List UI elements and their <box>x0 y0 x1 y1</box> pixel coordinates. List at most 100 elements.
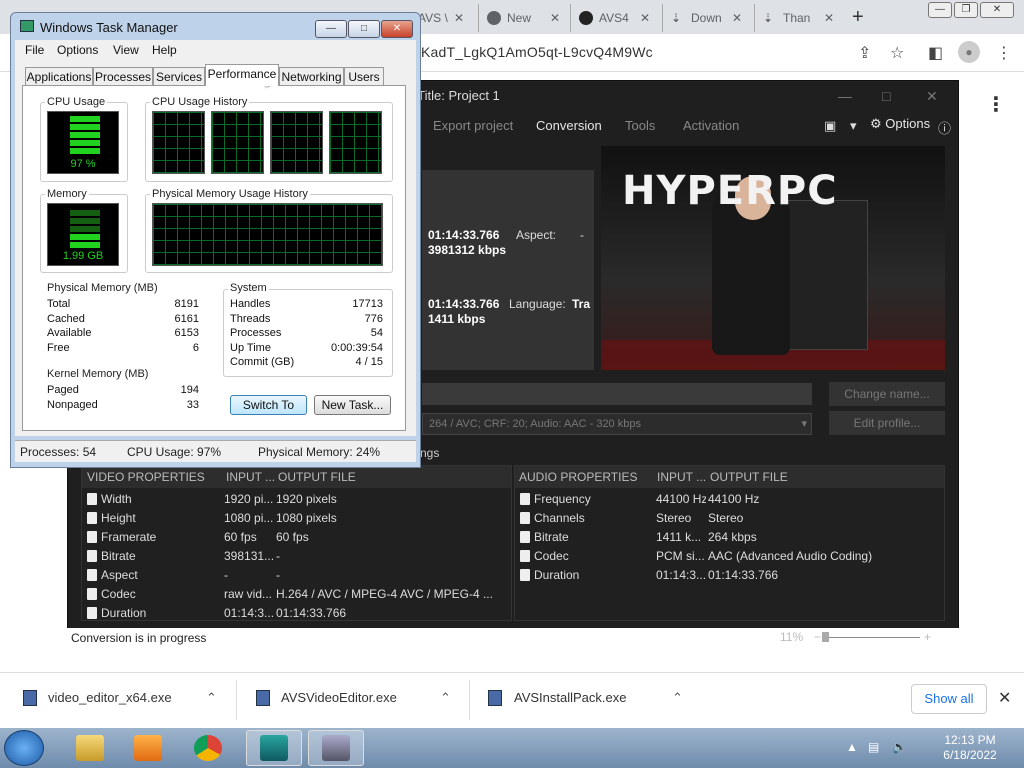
kv-label: Nonpaged <box>47 399 98 411</box>
memory-meter: 1.99 GB <box>47 203 119 266</box>
zoom-in-icon[interactable]: + <box>924 630 931 644</box>
sys-uptime: Up Time 0:00:39:54 <box>230 342 383 356</box>
tab-networking[interactable]: Networking <box>279 67 344 86</box>
column-header: OUTPUT FILE <box>710 470 788 484</box>
tm-menu-options[interactable]: Options <box>57 43 98 57</box>
zoom-level: 11% <box>780 630 804 644</box>
zoom-out-icon[interactable]: − <box>814 630 821 644</box>
tm-menu-file[interactable]: File <box>25 43 44 57</box>
chevron-down-icon[interactable]: ▾ <box>850 118 857 134</box>
close-tab-icon[interactable]: ✕ <box>824 11 834 25</box>
bookmark-star-icon[interactable]: ☆ <box>890 43 904 63</box>
avs-taskbar-icon[interactable] <box>246 730 302 766</box>
kv-value: 776 <box>364 313 383 325</box>
avs-close-icon[interactable]: ✕ <box>926 88 938 105</box>
tm-minimize-icon[interactable]: — <box>315 20 347 38</box>
restore-icon[interactable]: ❐ <box>954 2 978 18</box>
tm-maximize-icon[interactable]: □ <box>348 20 380 38</box>
chrome-taskbar-icon[interactable] <box>180 730 236 766</box>
avs-maximize-icon[interactable]: □ <box>882 88 890 104</box>
side-panel-icon[interactable]: ◧ <box>928 43 943 63</box>
close-tab-icon[interactable]: ✕ <box>454 11 464 25</box>
system-clock[interactable]: 12:13 PM 6/18/2022 <box>930 733 1010 763</box>
memory-title: Memory <box>45 188 89 200</box>
tab-applications[interactable]: Applications <box>25 67 93 86</box>
profile-select[interactable]: 264 / AVC; CRF: 20; Audio: AAC - 320 kbp… <box>422 413 812 435</box>
output-name-field[interactable] <box>422 383 812 405</box>
new-tab-icon[interactable]: + <box>852 6 864 29</box>
browser-tab[interactable]: New ✕ <box>478 4 568 32</box>
options-button[interactable]: ⚙ Options <box>870 116 930 132</box>
tm-close-icon[interactable]: ✕ <box>381 20 413 38</box>
download-item-name[interactable]: AVSInstallPack.exe <box>514 690 626 705</box>
prop-name: Height <box>101 511 136 525</box>
page-more-icon[interactable]: ⋮ <box>986 92 1006 117</box>
menu-export-project[interactable]: Export project <box>433 118 513 133</box>
browser-tab[interactable]: ⇣ Than ✕ <box>754 4 842 32</box>
layout-icon[interactable]: ▣ <box>824 118 836 134</box>
task-manager-icon <box>20 20 34 32</box>
menu-conversion[interactable]: Conversion <box>536 118 602 133</box>
zoom-control[interactable]: 11% − + <box>780 630 931 646</box>
clock-time: 12:13 PM <box>944 733 996 747</box>
change-name-button[interactable]: Change name... <box>829 382 945 406</box>
media-player-taskbar-icon[interactable] <box>120 730 176 766</box>
volume-icon[interactable]: 🔈 <box>892 740 907 754</box>
close-tab-icon[interactable]: ✕ <box>640 11 650 25</box>
minimize-icon[interactable]: — <box>928 2 952 18</box>
prop-output: H.264 / AVC / MPEG-4 AVC / MPEG-4 ... <box>276 587 493 601</box>
table-row: Duration 01:14:3... 01:14:33.766 <box>82 604 511 623</box>
prop-input: 1080 pi... <box>224 511 274 525</box>
prop-output: - <box>276 549 280 563</box>
gear-icon: ⚙ <box>870 116 882 131</box>
zoom-slider-handle[interactable] <box>822 632 829 642</box>
table-row: Height 1080 pi... 1080 pixels <box>82 509 511 528</box>
browser-tab[interactable]: AVS4 ✕ <box>570 4 658 32</box>
zoom-slider-track[interactable] <box>826 637 920 638</box>
chrome-menu-icon[interactable]: ⋮ <box>996 43 1012 63</box>
tab-services[interactable]: Services <box>153 67 205 86</box>
phys-cached: Cached 6161 <box>47 313 199 327</box>
tm-menu-view[interactable]: View <box>113 43 139 57</box>
close-tab-icon[interactable]: ✕ <box>732 11 742 25</box>
video-properties-table: VIDEO PROPERTIES INPUT ... OUTPUT FILE W… <box>81 465 512 621</box>
close-tab-icon[interactable]: ✕ <box>550 11 560 25</box>
menu-activation[interactable]: Activation <box>683 118 739 133</box>
chevron-up-icon[interactable]: ⌃ <box>440 690 451 706</box>
explorer-taskbar-icon[interactable] <box>62 730 118 766</box>
phys-total: Total 8191 <box>47 298 199 312</box>
info-icon[interactable]: ⓘ <box>938 118 951 137</box>
close-downloads-icon[interactable]: ✕ <box>998 688 1011 708</box>
network-icon[interactable]: ▤ <box>868 740 879 754</box>
file-icon <box>87 588 97 600</box>
tm-menu-help[interactable]: Help <box>152 43 177 57</box>
sys-handles: Handles 17713 <box>230 298 383 312</box>
menu-tools[interactable]: Tools <box>625 118 655 133</box>
chevron-up-icon[interactable]: ⌃ <box>206 690 217 706</box>
tray-chevron-up-icon[interactable]: ▲ <box>846 740 858 754</box>
download-item-name[interactable]: video_editor_x64.exe <box>48 690 172 705</box>
prop-input: PCM si... <box>656 549 705 563</box>
download-item-name[interactable]: AVSVideoEditor.exe <box>281 690 397 705</box>
avs-minimize-icon[interactable]: — <box>838 88 852 104</box>
share-icon[interactable]: ⇪ <box>858 43 871 63</box>
switch-to-button[interactable]: Switch To <box>230 395 307 415</box>
prop-name: Duration <box>101 606 147 620</box>
address-bar-url[interactable]: KadT_LgkQ1AmO5qt-L9cvQ4M9Wc <box>421 44 653 60</box>
tab-settings[interactable]: ngs <box>420 446 439 460</box>
edit-profile-button[interactable]: Edit profile... <box>829 411 945 435</box>
profile-avatar-icon[interactable]: ● <box>958 41 980 63</box>
tab-users[interactable]: Users <box>344 67 384 86</box>
close-icon[interactable]: ✕ <box>980 2 1014 18</box>
divider <box>236 680 237 720</box>
show-all-button[interactable]: Show all <box>911 684 987 714</box>
start-button[interactable] <box>4 730 44 766</box>
tab-processes[interactable]: Processes <box>93 67 153 86</box>
prop-name: Duration <box>534 568 580 582</box>
tab-performance[interactable]: Performance <box>205 64 279 86</box>
taskmgr-taskbar-icon[interactable] <box>308 730 364 766</box>
new-task-button[interactable]: New Task... <box>314 395 391 415</box>
chevron-up-icon[interactable]: ⌃ <box>672 690 683 706</box>
prop-output: Stereo <box>708 511 744 525</box>
browser-tab[interactable]: ⇣ Down ✕ <box>662 4 750 32</box>
